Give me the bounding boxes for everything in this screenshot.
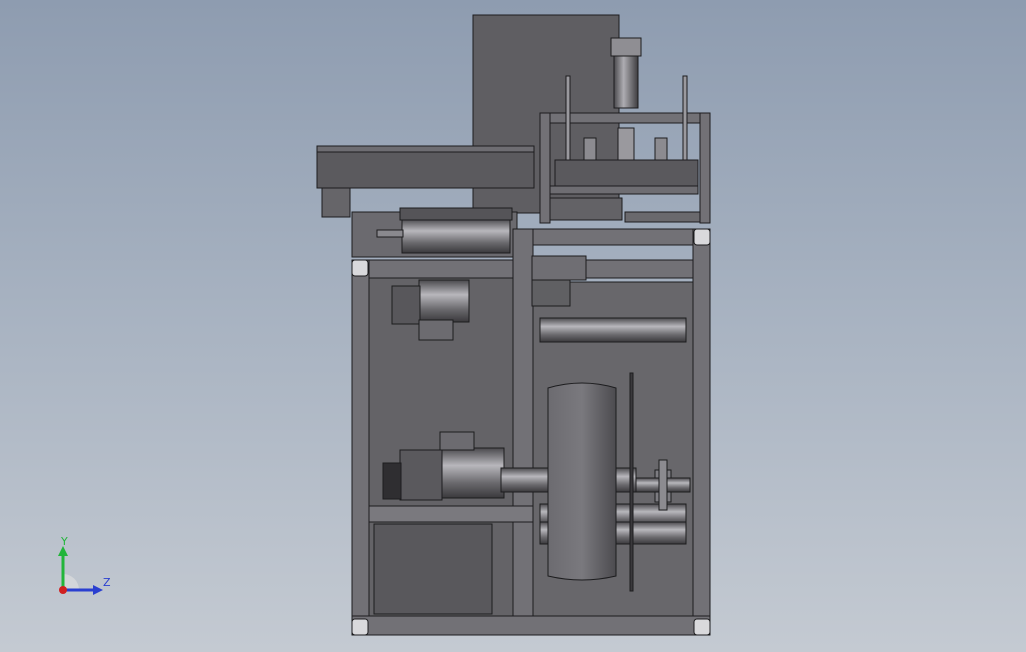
press-spring-right (654, 137, 668, 161)
upper-motor-flange (391, 285, 421, 325)
conveyor-arm-support (321, 187, 351, 218)
press-frame-right-post (699, 112, 711, 224)
drive-pulley (382, 462, 402, 500)
gearbox (399, 449, 443, 501)
press-spring-center (617, 127, 635, 161)
upper-motor-junction-box (418, 319, 454, 341)
main-frame-right-post (692, 228, 711, 636)
axis-triad: Y Z (58, 535, 111, 595)
slide-block (531, 255, 587, 281)
main-motor-box (439, 431, 475, 451)
main-frame-mid-beam (531, 228, 711, 246)
upper-motor (418, 279, 470, 323)
main-frame-bottom-beam (351, 615, 711, 636)
guide-rod-right (682, 75, 688, 167)
guide-rod-left (565, 75, 571, 167)
main-frame-center-post (512, 228, 534, 620)
knife-shelf (624, 211, 701, 223)
cutter-disc (629, 372, 634, 592)
y-axis-label: Y (60, 535, 68, 548)
main-frame-left-post (351, 259, 370, 636)
z-axis-arrow (93, 585, 103, 595)
cylinder-cap (610, 37, 642, 57)
cutter-wheel (547, 382, 617, 581)
corner-pad (693, 228, 711, 246)
cutter-hub-nut (658, 459, 668, 511)
bracket-block (531, 279, 571, 307)
cad-viewport[interactable]: Y Z (0, 0, 1026, 652)
conveyor-arm-lip (316, 145, 535, 153)
feed-roller-shaft (376, 229, 404, 238)
motor-shelf (368, 505, 534, 523)
corner-pad (351, 618, 369, 636)
x-axis-origin (59, 586, 67, 594)
assembly-drawing[interactable]: Y Z (0, 0, 1026, 652)
feed-roller (401, 218, 511, 254)
main-motor (439, 447, 505, 499)
z-axis-label: Z (103, 576, 111, 589)
press-spring-left (583, 137, 597, 161)
press-plate (554, 159, 699, 187)
knife-guide (549, 197, 623, 221)
press-frame-left-post (539, 112, 551, 224)
upper-roller (539, 317, 687, 343)
corner-pad (693, 618, 711, 636)
lower-cabinet (373, 523, 493, 615)
corner-pad (351, 259, 369, 277)
feed-roller-bracket (399, 207, 513, 221)
press-die (549, 185, 699, 195)
